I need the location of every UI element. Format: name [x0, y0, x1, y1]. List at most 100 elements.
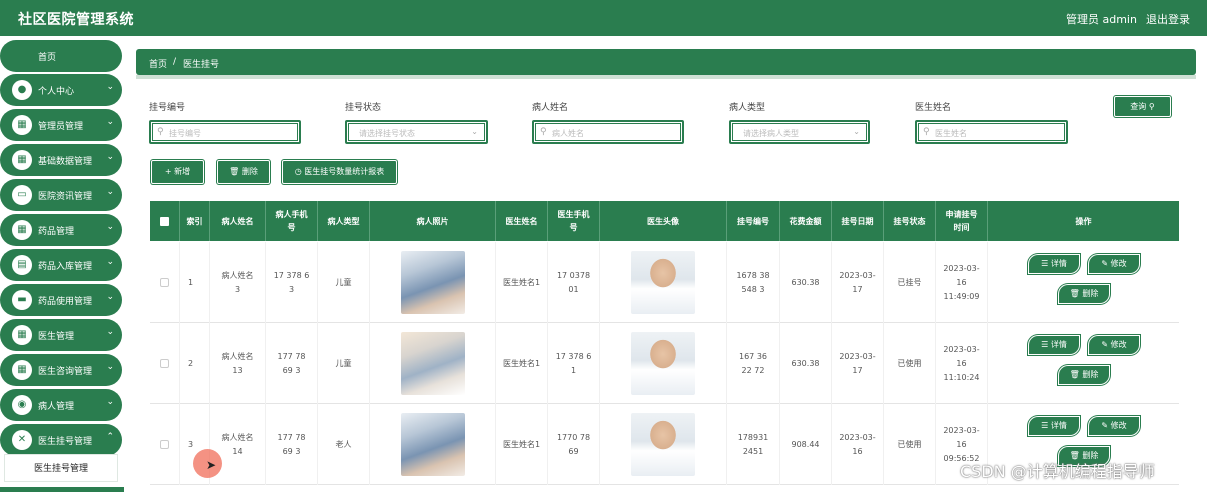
- patient-name-input[interactable]: ⚲ 病人姓名: [532, 120, 684, 144]
- stats-report-button[interactable]: ◷ 医生挂号数量统计报表: [282, 160, 397, 184]
- table-row[interactable]: 1 病人姓名3 17 378 6 3 儿童 医生姓名1 17 0378 01 1…: [150, 242, 1179, 323]
- sidebar-item-medicine[interactable]: ▦ 药品管理 ⌄: [0, 214, 122, 246]
- sidebar-item-medicine-usage[interactable]: ▬ 药品使用管理 ⌄: [0, 284, 122, 316]
- sidebar-item-personal-center[interactable]: ● 个人中心 ⌄: [0, 74, 122, 106]
- cell-status: 已使用: [884, 404, 936, 485]
- search-button[interactable]: 查询 ⚲: [1114, 96, 1171, 117]
- cell-doctor-avatar: [600, 323, 727, 404]
- search-button-label: 查询: [1130, 102, 1147, 111]
- cell-doctor-phone: 17 378 6 1: [548, 323, 600, 404]
- delete-row-button[interactable]: 🗑︎ 删除: [1058, 365, 1110, 385]
- header-patient-type: 病人类型: [318, 201, 370, 241]
- breadcrumb-home[interactable]: 首页: [149, 57, 167, 70]
- header-status: 挂号状态: [884, 201, 936, 241]
- watermark: CSDN @计算机编程指导师: [960, 462, 1155, 481]
- doctor-name-input[interactable]: ⚲ 医生姓名: [915, 120, 1068, 144]
- sidebar-item-hospital-news[interactable]: ▭ 医院资讯管理 ⌄: [0, 179, 122, 211]
- top-bar: 社区医院管理系统 管理员 admin 退出登录: [0, 0, 1207, 36]
- cell-patient-type: 儿童: [318, 323, 370, 404]
- sidebar: 首页 ● 个人中心 ⌄ ▦ 管理员管理 ⌄ ▦ 基础数据管理 ⌄ ▭ 医院资讯管…: [0, 36, 124, 492]
- cell-fee: 908.44: [780, 404, 832, 485]
- detail-button[interactable]: ☰ 详情: [1028, 416, 1080, 436]
- sidebar-subitem-registration-manage[interactable]: 医生挂号管理: [4, 454, 118, 482]
- sidebar-item-label: 医生咨询管理: [38, 367, 93, 377]
- sidebar-item-admin[interactable]: ▦ 管理员管理 ⌄: [0, 109, 122, 141]
- chevron-down-icon: ⌄: [106, 397, 114, 407]
- chevron-down-icon: ⌄: [471, 127, 478, 136]
- chevron-down-icon: ⌄: [106, 222, 114, 232]
- header-doctor-avatar: 医生头像: [600, 201, 727, 241]
- cell-fee: 630.38: [780, 323, 832, 404]
- row-select[interactable]: [150, 323, 180, 404]
- cell-reg-date: 2023-03-17: [832, 242, 884, 323]
- sidebar-item-doctor-registration[interactable]: ✕ 医生挂号管理 ⌃: [0, 424, 122, 456]
- cell-patient-phone: 177 78 69 3: [266, 404, 318, 485]
- table-row[interactable]: 2 病人姓名13 177 78 69 3 儿童 医生姓名1 17 378 6 1…: [150, 323, 1179, 404]
- detail-label: 详情: [1050, 340, 1067, 349]
- edit-label: 修改: [1110, 421, 1127, 430]
- detail-button[interactable]: ☰ 详情: [1028, 254, 1080, 274]
- reg-status-select[interactable]: 请选择挂号状态 ⌄: [345, 120, 488, 144]
- cell-patient-name: 病人姓名13: [210, 323, 266, 404]
- edit-button[interactable]: ✎ 修改: [1088, 335, 1140, 355]
- tools-icon: ✕: [12, 430, 32, 450]
- header-ops: 操作: [1075, 216, 1092, 226]
- cell-patient-photo: [370, 404, 496, 485]
- main-content: 首页 / 医生挂号 挂号编号 ⚲ 挂号编号 挂号状态 请选择挂号状态 ⌄ 病人姓…: [124, 36, 1207, 492]
- patient-photo: [400, 413, 465, 476]
- reg-no-input[interactable]: ⚲ 挂号编号: [149, 120, 301, 144]
- chevron-down-icon: ⌄: [106, 187, 114, 197]
- detail-button[interactable]: ☰ 详情: [1028, 335, 1080, 355]
- clock-icon: ◷: [294, 167, 305, 176]
- select-all-checkbox[interactable]: [160, 216, 169, 226]
- detail-label: 详情: [1050, 421, 1067, 430]
- row-select[interactable]: [150, 404, 180, 485]
- cell-ops: ☰ 详情 ✎ 修改 🗑︎ 删除: [988, 242, 1179, 323]
- add-button[interactable]: + 新增: [151, 160, 204, 184]
- row-checkbox[interactable]: [160, 278, 169, 287]
- stats-report-label: 医生挂号数量统计报表: [304, 167, 385, 176]
- location-icon: ◉: [12, 395, 32, 415]
- sidebar-item-label: 药品入库管理: [38, 262, 93, 272]
- delete-label: 删除: [1082, 370, 1099, 379]
- header-patient-photo: 病人照片: [370, 201, 496, 241]
- sidebar-item-label: 药品管理: [38, 227, 75, 237]
- row-select[interactable]: [150, 242, 180, 323]
- grid-icon: ▦: [12, 150, 32, 170]
- breadcrumb-separator: /: [173, 57, 177, 67]
- patient-name-placeholder: 病人姓名: [552, 129, 584, 138]
- sidebar-item-doctor-consult[interactable]: ▦ 医生咨询管理 ⌄: [0, 354, 122, 386]
- sidebar-item-label: 医院资讯管理: [38, 192, 93, 202]
- doctor-avatar: [631, 413, 695, 476]
- sidebar-item-home[interactable]: 首页: [0, 40, 122, 72]
- edit-button[interactable]: ✎ 修改: [1088, 254, 1140, 274]
- logout-link[interactable]: 退出登录: [1146, 11, 1190, 27]
- patient-type-select[interactable]: 请选择病人类型 ⌄: [729, 120, 870, 144]
- cell-patient-photo: [370, 323, 496, 404]
- grid-icon: ▦: [12, 220, 32, 240]
- patient-type-placeholder: 请选择病人类型: [743, 129, 799, 138]
- sidebar-item-patient[interactable]: ◉ 病人管理 ⌄: [0, 389, 122, 421]
- edit-button[interactable]: ✎ 修改: [1088, 416, 1140, 436]
- header-doctor-phone: 医生手机号: [548, 201, 600, 241]
- chevron-down-icon: ⌄: [106, 292, 114, 302]
- sidebar-item-label: 药品使用管理: [38, 297, 93, 307]
- sidebar-next-item: [0, 487, 124, 492]
- cell-reg-no: 178931 2451: [727, 404, 780, 485]
- cell-doctor-avatar: [600, 404, 727, 485]
- cell-patient-name: 病人姓名3: [210, 242, 266, 323]
- app-title: 社区医院管理系统: [18, 12, 134, 28]
- filter-label-doctor-name: 医生姓名: [915, 103, 952, 113]
- cell-doctor-name: 医生姓名1: [496, 323, 548, 404]
- sidebar-item-medicine-stock[interactable]: ▤ 药品入库管理 ⌄: [0, 249, 122, 281]
- row-checkbox[interactable]: [160, 440, 169, 449]
- row-checkbox[interactable]: [160, 359, 169, 368]
- cell-reg-no: 167 36 22 72: [727, 323, 780, 404]
- sidebar-item-doctor[interactable]: ▦ 医生管理 ⌄: [0, 319, 122, 351]
- header-select-all[interactable]: [150, 201, 180, 241]
- delete-row-button[interactable]: 🗑︎ 删除: [1058, 284, 1110, 304]
- delete-button[interactable]: 🗑︎ 删除: [217, 160, 270, 184]
- header-patient-name: 病人姓名: [210, 201, 266, 241]
- cell-index: 2: [180, 323, 210, 404]
- sidebar-item-basic-data[interactable]: ▦ 基础数据管理 ⌄: [0, 144, 122, 176]
